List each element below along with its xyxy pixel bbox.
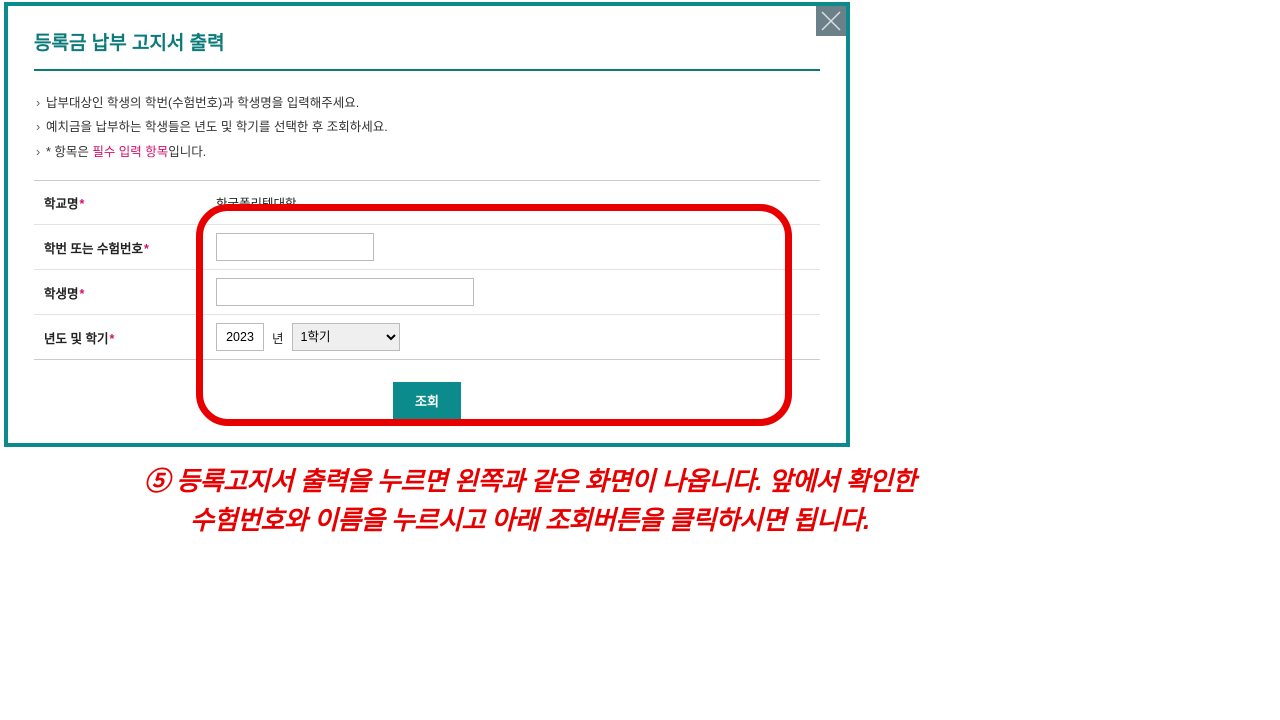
note3-prefix: * 항목은 xyxy=(46,145,92,159)
label-school: 학교명* xyxy=(34,181,204,224)
note-line-1: 납부대상인 학생의 학번(수험번호)과 학생명을 입력해주세요. xyxy=(34,91,820,115)
label-term-text: 년도 및 학기 xyxy=(44,332,108,346)
student-name-input[interactable] xyxy=(216,278,474,306)
note-line-3: * 항목은 필수 입력 항목입니다. xyxy=(34,140,820,164)
label-student-id: 학번 또는 수험번호* xyxy=(34,226,204,269)
row-student-name: 학생명* xyxy=(34,270,820,315)
caption-line-1: ⑤ 등록고지서 출력을 누르면 왼쪽과 같은 화면이 나옵니다. 앞에서 확인한 xyxy=(144,466,916,496)
required-mark: * xyxy=(80,197,85,211)
row-student-id: 학번 또는 수험번호* xyxy=(34,225,820,270)
required-mark: * xyxy=(144,242,149,256)
row-school: 학교명* 한국폴리텍대학 xyxy=(34,181,820,225)
search-button[interactable]: 조회 xyxy=(393,382,461,419)
dialog-title: 등록금 납부 고지서 출력 xyxy=(34,28,820,71)
label-student-name: 학생명* xyxy=(34,271,204,314)
instruction-caption: ⑤ 등록고지서 출력을 누르면 왼쪽과 같은 화면이 나옵니다. 앞에서 확인한… xyxy=(0,462,1060,540)
note-line-2: 예치금을 납부하는 학생들은 년도 및 학기를 선택한 후 조회하세요. xyxy=(34,115,820,139)
instruction-notes: 납부대상인 학생의 학번(수험번호)과 학생명을 입력해주세요. 예치금을 납부… xyxy=(34,91,820,164)
value-school: 한국폴리텍대학 xyxy=(204,185,820,220)
semester-select[interactable]: 1학기 xyxy=(292,323,400,351)
required-mark: * xyxy=(109,332,114,346)
form-table: 학교명* 한국폴리텍대학 학번 또는 수험번호* 학생명* xyxy=(34,180,820,360)
close-button[interactable] xyxy=(816,6,846,36)
note3-suffix: 입니다. xyxy=(168,145,206,159)
label-student-name-text: 학생명 xyxy=(44,287,79,301)
year-unit: 년 xyxy=(272,328,284,347)
label-school-text: 학교명 xyxy=(44,197,79,211)
required-mark: * xyxy=(80,287,85,301)
close-icon xyxy=(816,6,846,36)
note3-required-text: 필수 입력 항목 xyxy=(92,145,168,159)
label-student-id-text: 학번 또는 수험번호 xyxy=(44,242,143,256)
year-input[interactable] xyxy=(216,323,264,351)
tuition-print-dialog: 등록금 납부 고지서 출력 납부대상인 학생의 학번(수험번호)과 학생명을 입… xyxy=(4,2,850,447)
row-term: 년도 및 학기* 년 1학기 xyxy=(34,315,820,360)
label-term: 년도 및 학기* xyxy=(34,316,204,359)
caption-line-2: 수험번호와 이름을 누르시고 아래 조회버튼을 클릭하시면 됩니다. xyxy=(190,505,869,535)
student-id-input[interactable] xyxy=(216,233,374,261)
